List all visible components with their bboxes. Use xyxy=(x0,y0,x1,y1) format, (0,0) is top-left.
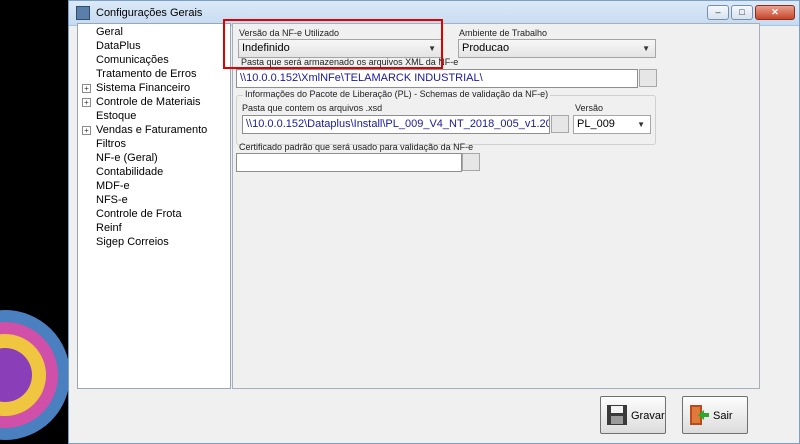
ambiente-label: Ambiente de Trabalho xyxy=(459,28,548,38)
tree-item-tratamento-de-erros[interactable]: Tratamento de Erros xyxy=(78,67,230,81)
certificado-field[interactable] xyxy=(236,153,462,172)
tree-item-label: Vendas e Faturamento xyxy=(96,124,208,136)
pacote-liberacao-group: Informações do Pacote de Liberação (PL) … xyxy=(236,89,656,145)
tree-item-nfs-e[interactable]: NFS-e xyxy=(78,193,230,207)
sair-button[interactable]: Sair xyxy=(682,396,748,434)
tree-item-label: Comunicações xyxy=(96,54,169,66)
tree-item-estoque[interactable]: Estoque xyxy=(78,109,230,123)
tree-item-comunica-es[interactable]: Comunicações xyxy=(78,53,230,67)
tree-item-label: NF-e (Geral) xyxy=(96,152,158,164)
tree-item-vendas-e-faturamento[interactable]: + Vendas e Faturamento xyxy=(78,123,230,137)
tree-item-label: MDF-e xyxy=(96,180,130,192)
gravar-button[interactable]: Gravar xyxy=(600,396,666,434)
settings-tree[interactable]: Geral DataPlus Comunicações Tratamento de E… xyxy=(77,23,231,389)
expand-plus-icon[interactable]: + xyxy=(82,84,91,93)
tree-item-controle-de-materiais[interactable]: + Controle de Materiais xyxy=(78,95,230,109)
versao-pl-value: PL_009 xyxy=(577,118,615,130)
tree-item-label: Controle de Materiais xyxy=(96,96,201,108)
tree-item-label: NFS-e xyxy=(96,194,128,206)
tree-item-reinf[interactable]: Reinf xyxy=(78,221,230,235)
tree-item-label: Controle de Frota xyxy=(96,208,182,220)
browse-xml-folder-button[interactable] xyxy=(639,69,657,87)
tree-item-label: Estoque xyxy=(96,110,137,122)
ambiente-value: Producao xyxy=(462,42,510,54)
chevron-down-icon: ▼ xyxy=(642,44,650,53)
gravar-label: Gravar xyxy=(631,410,665,422)
versao-pl-label: Versão xyxy=(575,103,604,113)
tree-item-geral[interactable]: Geral xyxy=(78,25,230,39)
tree-item-nf-e-geral[interactable]: NF-e (Geral) xyxy=(78,151,230,165)
tree-item-controle-de-frota[interactable]: Controle de Frota xyxy=(78,207,230,221)
minimize-button[interactable]: – xyxy=(707,5,729,20)
tree-item-label: Tratamento de Erros xyxy=(96,68,197,80)
certificado-label: Certificado padrão que será usado para v… xyxy=(239,142,474,152)
app-icon xyxy=(76,6,90,20)
tree-item-label: Reinf xyxy=(96,222,122,234)
pasta-xml-field[interactable]: \\10.0.0.152\XmlNFe\TELAMARCK INDUSTRIAL… xyxy=(236,69,638,88)
window-title: Configurações Gerais xyxy=(96,7,203,19)
exit-door-icon xyxy=(690,405,709,425)
tree-item-mdf-e[interactable]: MDF-e xyxy=(78,179,230,193)
tree-item-label: Contabilidade xyxy=(96,166,164,178)
expand-plus-icon[interactable]: + xyxy=(82,126,91,135)
expand-plus-icon[interactable]: + xyxy=(82,98,91,107)
tree-item-contabilidade[interactable]: Contabilidade xyxy=(78,165,230,179)
pacote-liberacao-legend: Informações do Pacote de Liberação (PL) … xyxy=(243,89,551,99)
tree-item-sistema-financeiro[interactable]: + Sistema Financeiro xyxy=(78,81,230,95)
nfe-settings-panel: Versão da NF-e Utilizado Indefinido ▼ Am… xyxy=(232,23,760,389)
browse-certificado-button[interactable] xyxy=(462,153,480,171)
tree-item-label: Geral xyxy=(96,26,123,38)
tree-item-label: Filtros xyxy=(96,138,126,150)
tree-item-label: Sistema Financeiro xyxy=(96,82,191,94)
maximize-button[interactable]: □ xyxy=(731,5,753,20)
chevron-down-icon: ▼ xyxy=(637,120,645,129)
versao-pl-select[interactable]: PL_009 ▼ xyxy=(573,115,651,134)
desktop-wallpaper-graphic xyxy=(0,300,70,444)
tree-item-label: Sigep Correios xyxy=(96,236,169,248)
highlight-box xyxy=(223,19,443,69)
tree-item-label: DataPlus xyxy=(96,40,141,52)
close-button[interactable]: ✕ xyxy=(755,5,795,20)
tree-item-sigep-correios[interactable]: Sigep Correios xyxy=(78,235,230,249)
pasta-xsd-field[interactable]: \\10.0.0.152\Dataplus\Install\PL_009_V4_… xyxy=(242,115,550,134)
sair-label: Sair xyxy=(713,410,733,422)
browse-xsd-folder-button[interactable] xyxy=(551,115,569,133)
settings-window: Configurações Gerais – □ ✕ Geral DataPlus… xyxy=(68,0,800,444)
pasta-xsd-label: Pasta que contem os arquivos .xsd xyxy=(242,103,383,113)
tree-item-dataplus[interactable]: DataPlus xyxy=(78,39,230,53)
floppy-disk-icon xyxy=(607,405,627,425)
ambiente-select[interactable]: Producao ▼ xyxy=(458,39,656,58)
tree-item-filtros[interactable]: Filtros xyxy=(78,137,230,151)
